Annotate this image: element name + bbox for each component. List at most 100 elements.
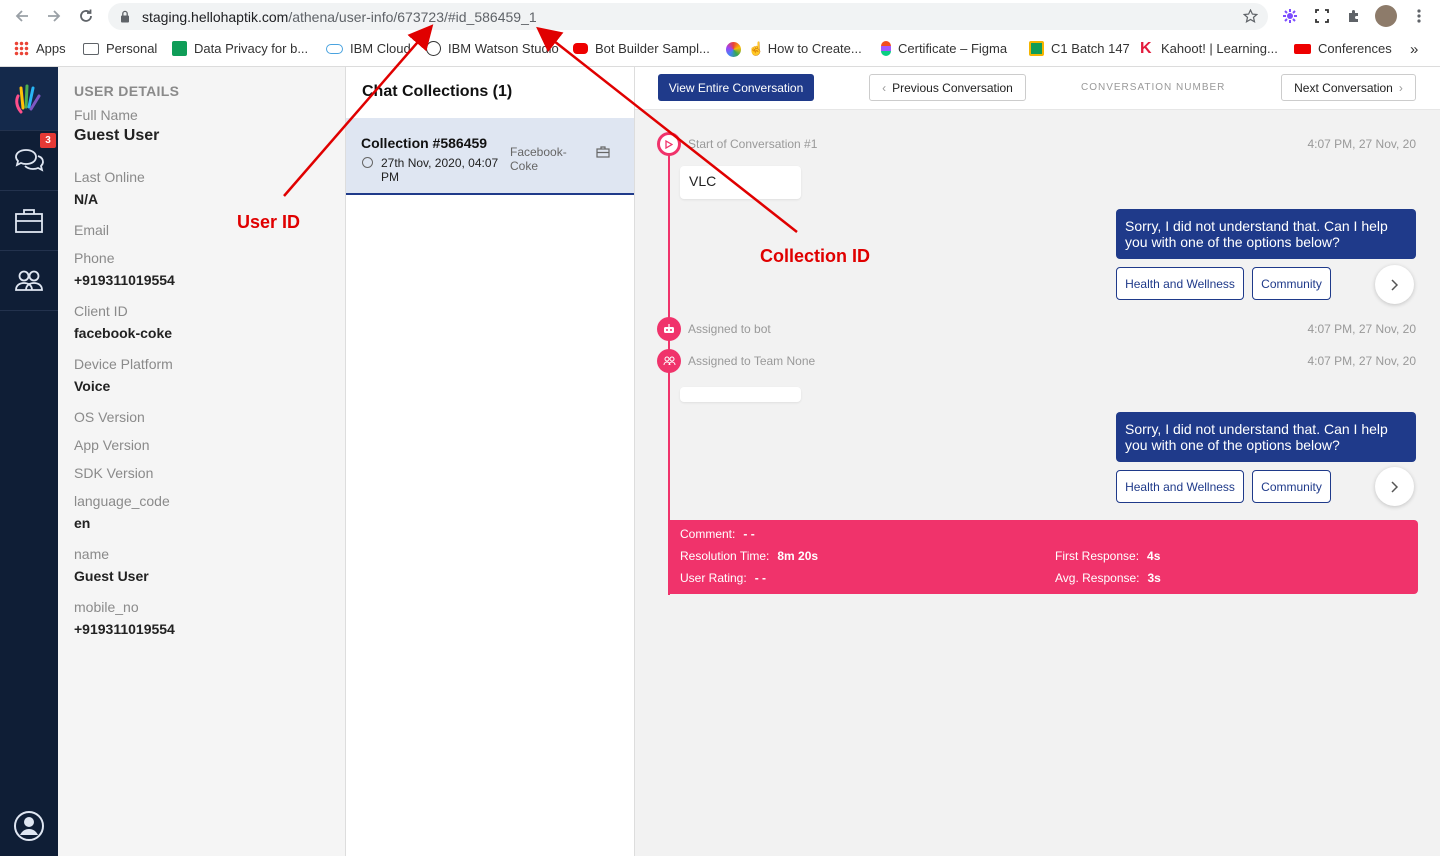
client-id-value: facebook-coke bbox=[74, 325, 173, 341]
rating-row: User Rating: - - bbox=[680, 571, 767, 585]
client-id-label: Client ID bbox=[74, 303, 128, 319]
reload-icon[interactable] bbox=[76, 6, 96, 26]
team-icon bbox=[657, 349, 681, 373]
left-rail: 3 bbox=[0, 67, 58, 856]
rail-cases[interactable] bbox=[0, 191, 58, 251]
apps-grid-icon bbox=[14, 41, 29, 56]
assigned-bot-label: Assigned to bot bbox=[688, 322, 771, 336]
quick-reply-community[interactable]: Community bbox=[1252, 470, 1331, 503]
name-label: name bbox=[74, 546, 110, 562]
extension-flower-icon[interactable] bbox=[1281, 7, 1299, 25]
collection-card[interactable]: Collection #586459 27th Nov, 2020, 04:07… bbox=[346, 118, 634, 195]
pinwheel-icon bbox=[726, 41, 741, 57]
assigned-team-time: 4:07 PM, 27 Nov, 20 bbox=[1307, 354, 1416, 368]
bookmark-conferences[interactable]: Conferences bbox=[1294, 41, 1392, 56]
kahoot-icon: K bbox=[1140, 40, 1152, 57]
bookmark-kahoot[interactable]: K Kahoot! | Learning... bbox=[1140, 40, 1278, 57]
language-code-label: language_code bbox=[74, 493, 170, 509]
profile-avatar[interactable] bbox=[1375, 5, 1397, 27]
bookmarks-bar: Apps Personal Data Privacy for b... IBM … bbox=[0, 37, 1440, 63]
assigned-team-label: Assigned to Team None bbox=[688, 354, 816, 368]
account-circle-icon bbox=[14, 811, 44, 841]
chevron-right-icon: › bbox=[1398, 80, 1403, 95]
avg-response-row: Avg. Response: 3s bbox=[1055, 571, 1161, 585]
conversation-start-label: Start of Conversation #1 bbox=[688, 137, 818, 151]
briefcase-icon bbox=[596, 146, 610, 158]
user-message-empty bbox=[680, 387, 801, 402]
next-conversation-button[interactable]: Next Conversation › bbox=[1281, 74, 1416, 101]
collection-name: Collection #586459 bbox=[361, 135, 488, 151]
os-version-label: OS Version bbox=[74, 409, 145, 425]
star-icon[interactable] bbox=[1243, 9, 1258, 24]
users-icon bbox=[15, 270, 43, 291]
address-bar[interactable]: staging.hellohaptik.com/athena/user-info… bbox=[108, 3, 1268, 30]
bot-message: Sorry, I did not understand that. Can I … bbox=[1116, 412, 1416, 462]
bookmark-ibm-cloud[interactable]: IBM Cloud bbox=[326, 41, 411, 56]
menu-kebab-icon[interactable] bbox=[1410, 7, 1428, 25]
conversation-toolbar: View Entire Conversation ‹ Previous Conv… bbox=[635, 67, 1440, 110]
full-name-label: Full Name bbox=[74, 107, 138, 123]
figma-icon bbox=[881, 41, 891, 56]
rail-profile[interactable] bbox=[0, 796, 58, 856]
bookmark-bot-builder[interactable]: Bot Builder Sampl... bbox=[573, 41, 710, 56]
haptik-logo[interactable] bbox=[0, 67, 58, 131]
quick-reply-community[interactable]: Community bbox=[1252, 267, 1331, 300]
play-icon bbox=[657, 132, 681, 156]
first-response-row: First Response: 4s bbox=[1055, 549, 1161, 563]
lock-icon bbox=[121, 10, 129, 23]
chat-collections-panel: Chat Collections (1) Collection #586459 … bbox=[346, 67, 635, 856]
cloud-icon bbox=[326, 43, 343, 54]
bot-icon bbox=[657, 317, 681, 341]
language-code-value: en bbox=[74, 515, 91, 531]
bookmark-apps[interactable]: Apps bbox=[14, 41, 66, 56]
previous-conversation-button[interactable]: ‹ Previous Conversation bbox=[869, 74, 1026, 101]
assigned-bot-time: 4:07 PM, 27 Nov, 20 bbox=[1307, 322, 1416, 336]
mobile-no-label: mobile_no bbox=[74, 599, 139, 615]
user-message: VLC bbox=[680, 166, 801, 199]
youtube-icon bbox=[573, 43, 588, 54]
last-online-value: N/A bbox=[74, 191, 99, 207]
comment-row: Comment: - - bbox=[680, 527, 755, 541]
quick-reply-health-and-wellness[interactable]: Health and Wellness bbox=[1116, 267, 1244, 300]
conversation-summary: Comment: - - Resolution Time: 8m 20s User … bbox=[668, 520, 1418, 594]
url-path: /athena/user-info/673723/#id_586459_1 bbox=[288, 8, 537, 25]
phone-label: Phone bbox=[74, 250, 115, 266]
bookmark-data-privacy[interactable]: Data Privacy for b... bbox=[172, 41, 308, 56]
user-details-panel: USER DETAILS Full Name Guest User Last O… bbox=[58, 67, 346, 856]
view-entire-conversation-button[interactable]: View Entire Conversation bbox=[658, 74, 814, 101]
quick-reply-health-and-wellness[interactable]: Health and Wellness bbox=[1116, 470, 1244, 503]
quick-reply-next-arrow[interactable] bbox=[1375, 467, 1414, 506]
bookmark-c1-batch[interactable]: C1 Batch 147 bbox=[1029, 41, 1130, 56]
bookmark-personal[interactable]: Personal bbox=[83, 41, 157, 56]
conference-icon bbox=[1294, 43, 1311, 54]
url-host: staging.hellohaptik.com bbox=[142, 8, 289, 25]
mobile-no-value: +919311019554 bbox=[74, 621, 175, 637]
chevron-right-icon bbox=[1390, 278, 1398, 291]
quick-reply-next-arrow[interactable] bbox=[1375, 265, 1414, 304]
bookmark-watson-studio[interactable]: IBM Watson Studio bbox=[426, 41, 559, 56]
collection-date: 27th Nov, 2020, 04:07 PM bbox=[381, 156, 499, 184]
chevron-left-icon: ‹ bbox=[882, 80, 887, 95]
collections-title: Chat Collections (1) bbox=[362, 83, 513, 100]
collection-id-annotation: Collection ID bbox=[760, 246, 871, 266]
folder-icon bbox=[83, 42, 99, 55]
hand-logo-icon bbox=[15, 84, 41, 113]
clock-icon bbox=[362, 157, 373, 168]
bookmark-figma[interactable]: Certificate – Figma bbox=[881, 41, 1007, 56]
bot-message: Sorry, I did not understand that. Can I … bbox=[1116, 209, 1416, 259]
bookmarks-overflow-button[interactable]: » bbox=[1410, 41, 1418, 58]
user-details-heading: USER DETAILS bbox=[74, 83, 180, 99]
chat-bubbles-icon bbox=[15, 148, 44, 172]
last-online-label: Last Online bbox=[74, 169, 145, 185]
browser-toolbar: staging.hellohaptik.com/athena/user-info… bbox=[0, 0, 1440, 67]
back-arrow-icon[interactable] bbox=[12, 6, 32, 26]
email-label: Email bbox=[74, 222, 110, 238]
screenshot-icon[interactable] bbox=[1313, 7, 1331, 25]
unread-badge: 3 bbox=[40, 133, 56, 148]
app-version-label: App Version bbox=[74, 437, 150, 453]
bookmark-how-to-create[interactable]: ☝ How to Create... bbox=[726, 41, 862, 57]
rail-teams[interactable] bbox=[0, 251, 58, 311]
extensions-puzzle-icon[interactable] bbox=[1345, 7, 1363, 25]
forward-arrow-icon[interactable] bbox=[44, 6, 64, 26]
bulb-icon bbox=[426, 41, 441, 56]
